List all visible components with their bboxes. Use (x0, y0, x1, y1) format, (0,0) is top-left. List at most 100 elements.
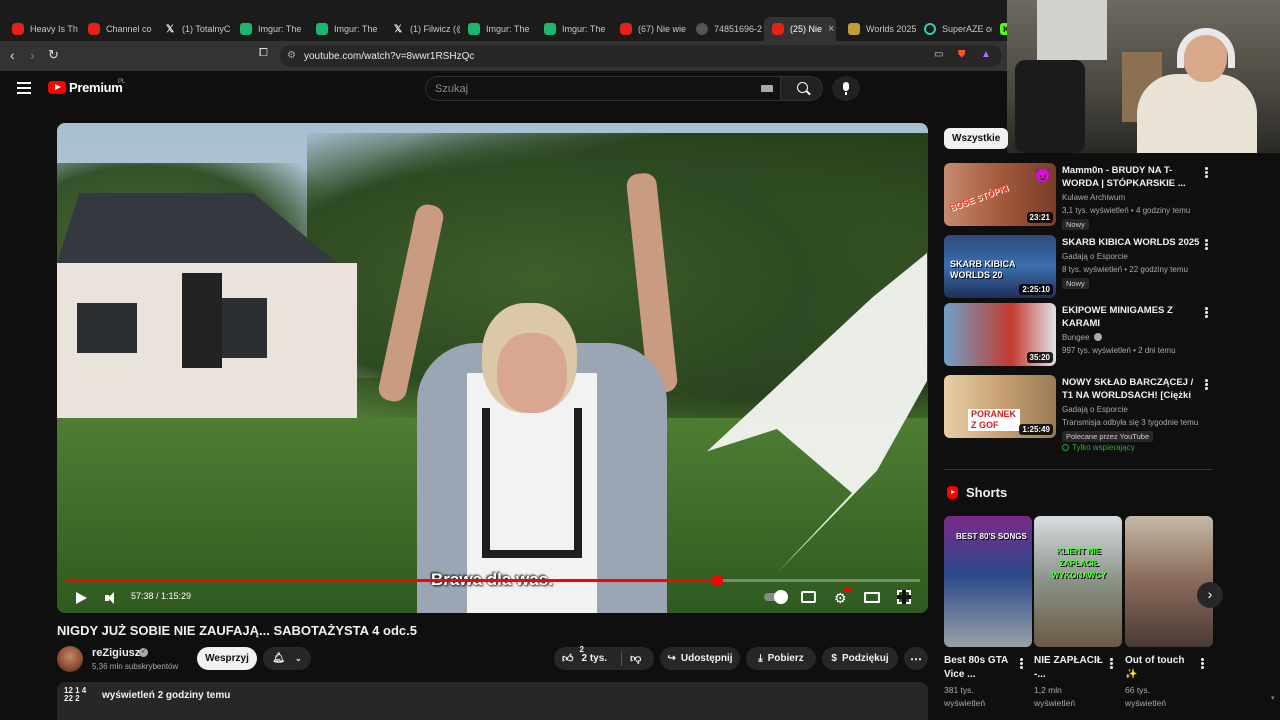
browser-tab[interactable]: Imgur: The (536, 17, 612, 41)
subscriber-count: 5,36 mln subskrybentów (92, 662, 179, 671)
video-thumbnail[interactable]: SKARB KIBICA WORLDS 20 2:25:10 (944, 235, 1056, 298)
browser-tab[interactable]: SuperAZE on (916, 17, 992, 41)
youtube-logo-icon (48, 81, 66, 94)
recommendation-item[interactable]: 35:20 EKIPOWE MINIGAMES Z KARAMI Bungee … (944, 303, 1214, 373)
browser-tab[interactable]: Imgur: The (308, 17, 384, 41)
recommendation-item[interactable]: BOSE STÓPKI 😈 23:21 Mamm0n - BRUDY NA T-… (944, 163, 1214, 233)
more-vertical-icon[interactable] (1205, 307, 1208, 318)
thumbs-down-icon[interactable]: 👎︎ (630, 652, 641, 665)
autoplay-toggle[interactable] (764, 590, 788, 604)
shorts-heading: Shorts (966, 485, 1008, 500)
search-icon (797, 82, 808, 93)
brave-shield-icon[interactable]: ⛊ (958, 49, 970, 61)
house-window (77, 303, 137, 353)
browser-tab[interactable]: 𝕏 (1) TotalnyC (156, 17, 232, 41)
more-vertical-icon[interactable] (1205, 379, 1208, 390)
browser-tab[interactable]: 𝕏 (1) Filwicz (@ (384, 17, 460, 41)
like-count[interactable]: 22 tys. (580, 645, 608, 664)
video-thumbnail[interactable]: 35:20 (944, 303, 1056, 366)
short-item[interactable]: BEST 80'S SONGS Best 80s GTA Vice ... 38… (944, 516, 1032, 720)
short-thumbnail[interactable]: BEST 80'S SONGS (944, 516, 1032, 647)
bookmark-icon[interactable]: ⧠ (259, 47, 268, 60)
thanks-button[interactable]: $ Podziękuj (822, 647, 898, 670)
verified-icon (1094, 333, 1102, 341)
recommendation-item[interactable]: PORANEK Z GOF 1:25:49 NOWY SKŁAD BARCZĄC… (944, 375, 1214, 457)
support-button[interactable]: Wesprzyj (197, 647, 257, 670)
browser-tab[interactable]: Imgur: The (460, 17, 536, 41)
back-icon[interactable]: ‹ (10, 47, 15, 63)
person-face (497, 333, 567, 413)
description-views: wyświetleń 2 godziny temu (102, 690, 231, 701)
video-house (57, 193, 357, 423)
members-only-badge: Tylko wspierający (1062, 443, 1135, 452)
url-field[interactable]: ⚙ youtube.com/watch?v=8wwr1RSHzQc (280, 45, 1002, 67)
shorts-next-button[interactable]: › (1197, 582, 1223, 608)
thumbs-up-icon[interactable]: 👍︎ (562, 652, 574, 665)
verified-icon: ✓ (139, 648, 148, 657)
hd-badge-icon (844, 587, 852, 592)
x-icon: 𝕏 (393, 23, 403, 35)
microphone-icon (843, 82, 849, 95)
close-tab-icon[interactable]: × (828, 23, 834, 35)
forward-icon[interactable]: › (30, 47, 35, 63)
theater-mode-icon[interactable] (864, 592, 880, 603)
short-item[interactable]: KLIENT NIE ZAPŁACIŁ WYKONAWCY NIE ZAPŁAC… (1034, 516, 1122, 720)
browser-tab[interactable]: Channel co (80, 17, 156, 41)
youtube-premium-logo[interactable]: Premium (48, 80, 123, 95)
webcam-person-body (1137, 74, 1257, 153)
house-roof (57, 193, 337, 263)
recommendation-item[interactable]: SKARB KIBICA WORLDS 20 2:25:10 SKARB KIB… (944, 235, 1214, 305)
video-thumbnail[interactable]: BOSE STÓPKI 😈 23:21 (944, 163, 1056, 226)
browser-tab[interactable]: Worlds 2025 (840, 17, 916, 41)
imgur-icon (468, 23, 480, 35)
more-vertical-icon[interactable] (1205, 239, 1208, 250)
keyboard-icon[interactable] (761, 85, 773, 92)
short-thumbnail[interactable]: KLIENT NIE ZAPŁACIŁ WYKONAWCY (1034, 516, 1122, 647)
settings-gear-icon[interactable]: ⚙ (834, 590, 847, 607)
fullscreen-icon[interactable] (897, 590, 911, 604)
subtitles-icon[interactable] (801, 591, 816, 603)
scroll-down-icon[interactable]: ▾ (1271, 694, 1275, 702)
youtube-icon (12, 23, 24, 35)
more-vertical-icon[interactable] (1110, 658, 1113, 669)
browser-tab[interactable]: (67) Nie wie (612, 17, 688, 41)
rewards-icon[interactable]: ▲ (981, 49, 993, 61)
play-icon[interactable] (76, 592, 87, 604)
download-button[interactable]: ⤓ Pobierz (746, 647, 816, 670)
person-harness (482, 408, 582, 558)
more-vertical-icon[interactable] (1201, 658, 1204, 669)
bell-icon: 🔔︎ (272, 653, 285, 664)
browser-tab[interactable]: Imgur: The (232, 17, 308, 41)
ring-icon (924, 23, 936, 35)
volume-icon[interactable] (105, 592, 118, 604)
video-thumbnail[interactable]: PORANEK Z GOF 1:25:49 (944, 375, 1056, 438)
video-player[interactable]: Brawa dla was. 57:38 / 1:15:29 ⚙ (57, 123, 928, 613)
super-thanks-icon: $ (831, 653, 837, 664)
hamburger-menu-icon[interactable] (17, 82, 31, 94)
more-actions-button[interactable]: ⋯ (904, 647, 928, 670)
cast-icon[interactable]: ▭ (934, 49, 946, 61)
browser-tab[interactable]: Heavy Is Th (4, 17, 80, 41)
more-vertical-icon[interactable] (1020, 658, 1023, 669)
description-box[interactable] (57, 682, 928, 720)
download-icon: ⤓ (758, 653, 763, 664)
browser-tab-active[interactable]: (25) Nie × (764, 17, 836, 41)
imgur-icon (544, 23, 556, 35)
imgur-icon (240, 23, 252, 35)
share-button[interactable]: ↪ Udostępnij (660, 647, 740, 670)
channel-avatar[interactable] (57, 646, 83, 672)
filter-chip-all[interactable]: Wszystkie (944, 128, 1009, 149)
search-input[interactable]: Szukaj (425, 76, 781, 101)
browser-tab[interactable]: 74851696-2 (688, 17, 764, 41)
webcam-window (1037, 0, 1107, 60)
short-item[interactable]: Out of touch ✨ 66 tys. wyświetleń (1125, 516, 1213, 720)
reload-icon[interactable]: ↻ (48, 47, 59, 63)
banner (182, 273, 222, 368)
site-settings-icon[interactable]: ⚙ (287, 50, 296, 61)
more-vertical-icon[interactable] (1205, 167, 1208, 178)
notification-bell-button[interactable]: 🔔︎ ⌄ (263, 647, 311, 670)
channel-name[interactable]: reZigiusz (92, 647, 140, 659)
logo-region: PL (118, 79, 126, 85)
headphones-icon (1177, 28, 1235, 68)
short-thumbnail[interactable] (1125, 516, 1213, 647)
